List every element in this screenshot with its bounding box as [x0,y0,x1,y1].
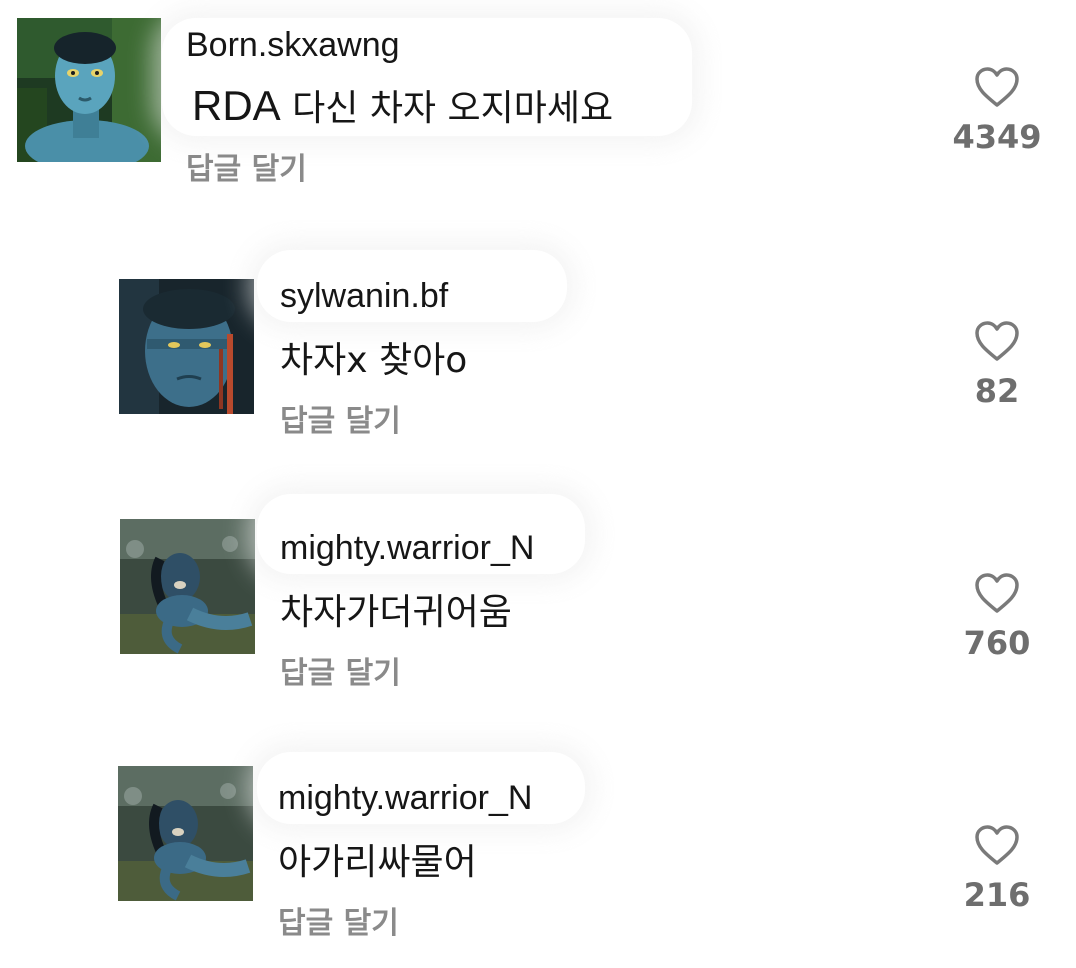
heart-icon [975,825,1019,865]
comment-username[interactable]: mighty.warrior_N [278,778,532,818]
avatar[interactable] [118,766,253,901]
comment-text: 아가리싸물어 [278,838,477,885]
like-count: 216 [963,876,1031,914]
comment-item: mighty.warrior_N 아가리싸물어 답글 달기 216 [0,0,1076,968]
comment-text-body: 아가리싸물어 [278,842,477,883]
like-button[interactable]: 216 [942,824,1052,914]
avatar-image [118,766,253,901]
reply-button[interactable]: 답글 달기 [278,906,399,942]
